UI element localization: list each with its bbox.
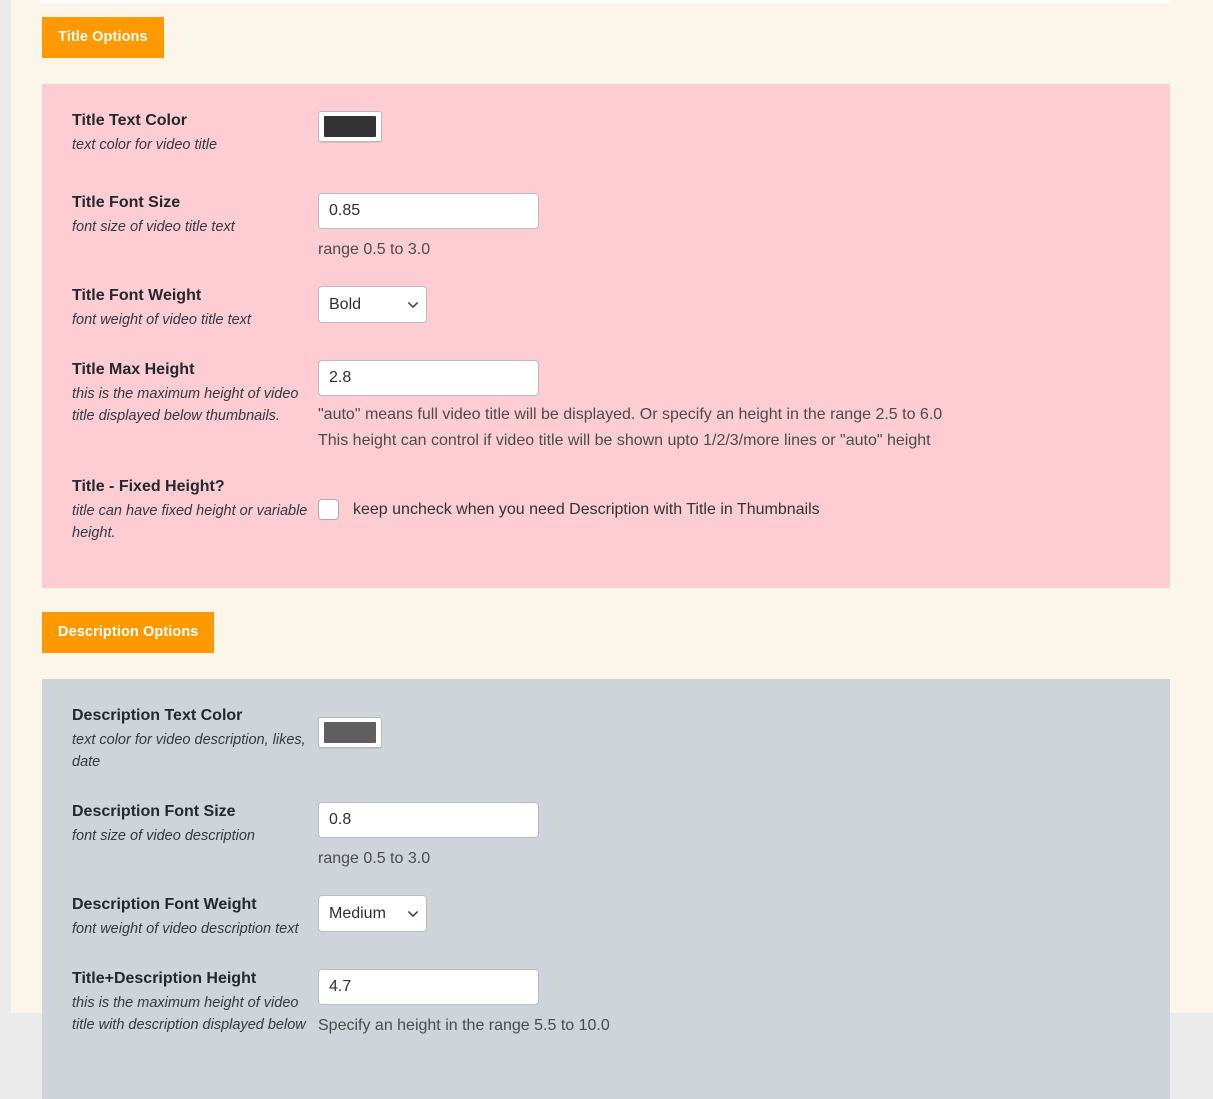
hint-title-max-height-line1: "auto" means full video title will be di…	[318, 406, 943, 423]
desc-title-font-weight: font weight of video title text	[72, 312, 251, 328]
label-title-text-color: Title Text Color	[72, 112, 187, 129]
row-label-group: Title - Fixed Height? title can have fix…	[42, 476, 318, 544]
tab-title-options[interactable]: Title Options	[42, 17, 164, 58]
field-title-font-weight: Bold	[318, 285, 1170, 323]
desc-description-font-weight: font weight of video description text	[72, 921, 299, 937]
hint-title-description-height: Specify an height in the range 5.5 to 10…	[318, 1017, 610, 1034]
hint-title-font-size: range 0.5 to 3.0	[318, 241, 431, 258]
tab-description-options[interactable]: Description Options	[42, 612, 215, 653]
row-description-font-weight: Description Font Weight font weight of v…	[42, 894, 1170, 940]
desc-title-description-height: this is the maximum height of video titl…	[72, 995, 306, 1033]
row-label-group: Title+Description Height this is the max…	[42, 968, 318, 1036]
description-text-color-swatch[interactable]	[318, 717, 382, 748]
field-title-font-size: range 0.5 to 3.0	[318, 192, 1170, 263]
title-fixed-height-checkbox-label: keep uncheck when you need Description w…	[353, 500, 820, 518]
row-label-group: Title Max Height this is the maximum hei…	[42, 359, 318, 427]
hint-description-font-size: range 0.5 to 3.0	[318, 850, 431, 867]
color-chip	[324, 722, 376, 743]
chevron-down-icon	[408, 301, 418, 308]
title-description-height-input[interactable]	[318, 969, 539, 1005]
label-title-font-weight: Title Font Weight	[72, 287, 202, 304]
title-text-color-swatch[interactable]	[318, 111, 382, 142]
row-label-group: Description Font Size font size of video…	[42, 801, 318, 847]
row-title-max-height: Title Max Height this is the maximum hei…	[42, 359, 1170, 454]
field-title-description-height: Specify an height in the range 5.5 to 10…	[318, 968, 1170, 1039]
title-font-weight-select[interactable]: Bold	[318, 286, 427, 323]
desc-description-font-size: font size of video description	[72, 828, 255, 844]
description-font-weight-value: Medium	[329, 904, 386, 922]
row-label-group: Title Text Color text color for video ti…	[42, 110, 318, 156]
row-label-group: Description Font Weight font weight of v…	[42, 894, 318, 940]
label-title-fixed-height: Title - Fixed Height?	[72, 478, 225, 495]
row-title-description-height: Title+Description Height this is the max…	[42, 968, 1170, 1039]
desc-title-fixed-height: title can have fixed height or variable …	[72, 503, 308, 541]
desc-description-text-color: text color for video description, likes,…	[72, 732, 306, 770]
row-description-font-size: Description Font Size font size of video…	[42, 801, 1170, 872]
description-font-weight-select[interactable]: Medium	[318, 895, 427, 932]
row-title-text-color: Title Text Color text color for video ti…	[42, 110, 1170, 156]
row-title-font-size: Title Font Size font size of video title…	[42, 192, 1170, 263]
title-font-weight-value: Bold	[329, 295, 362, 313]
field-title-max-height: "auto" means full video title will be di…	[318, 359, 1170, 454]
row-title-font-weight: Title Font Weight font weight of video t…	[42, 285, 1170, 331]
label-description-font-size: Description Font Size	[72, 803, 236, 820]
panel-description-options: Description Text Color text color for vi…	[42, 679, 1170, 1099]
field-title-fixed-height: keep uncheck when you need Description w…	[318, 476, 1170, 520]
desc-title-font-size: font size of video title text	[72, 219, 235, 235]
label-description-text-color: Description Text Color	[72, 707, 243, 724]
description-font-size-input[interactable]	[318, 802, 539, 838]
hint-title-max-height-line2: This height can control if video title w…	[318, 432, 931, 449]
title-max-height-input[interactable]	[318, 360, 539, 396]
field-description-text-color	[318, 705, 1170, 753]
desc-title-max-height: this is the maximum height of video titl…	[72, 386, 299, 424]
panel-tab-gap	[42, 588, 1170, 612]
settings-content: Title Options Title Text Color text colo…	[42, 0, 1170, 1099]
panel-title-options: Title Text Color text color for video ti…	[42, 84, 1170, 588]
label-title-font-size: Title Font Size	[72, 194, 181, 211]
row-title-fixed-height: Title - Fixed Height? title can have fix…	[42, 476, 1170, 544]
tab-panel-gap-2	[42, 653, 1170, 679]
chevron-down-icon	[408, 910, 418, 917]
label-title-max-height: Title Max Height	[72, 361, 195, 378]
color-chip	[324, 116, 376, 137]
row-label-group: Title Font Weight font weight of video t…	[42, 285, 318, 331]
label-description-font-weight: Description Font Weight	[72, 896, 257, 913]
field-description-font-size: range 0.5 to 3.0	[318, 801, 1170, 872]
row-description-text-color: Description Text Color text color for vi…	[42, 705, 1170, 773]
row-label-group: Title Font Size font size of video title…	[42, 192, 318, 238]
field-title-text-color	[318, 110, 1170, 147]
title-fixed-height-checkbox-line: keep uncheck when you need Description w…	[318, 477, 1170, 520]
title-font-size-input[interactable]	[318, 193, 539, 229]
row-label-group: Description Text Color text color for vi…	[42, 705, 318, 773]
tab-panel-gap	[42, 58, 1170, 84]
title-fixed-height-checkbox[interactable]	[318, 499, 339, 520]
field-description-font-weight: Medium	[318, 894, 1170, 932]
desc-title-text-color: text color for video title	[72, 137, 218, 153]
label-title-description-height: Title+Description Height	[72, 970, 257, 987]
